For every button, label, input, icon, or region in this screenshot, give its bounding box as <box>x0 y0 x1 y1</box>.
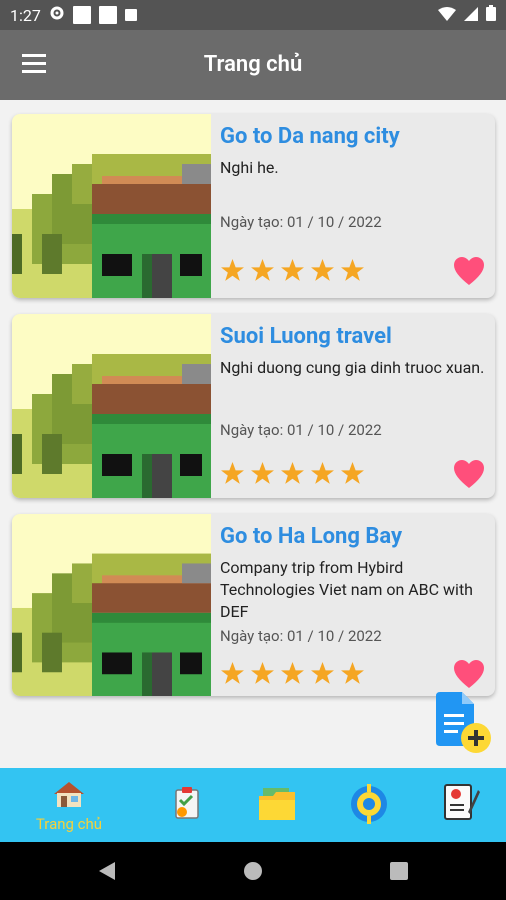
recents-icon[interactable] <box>390 862 408 880</box>
trip-title: Go to Ha Long Bay <box>220 524 403 549</box>
trip-thumbnail <box>12 514 211 696</box>
add-document-icon <box>436 692 491 753</box>
star-icon <box>221 662 244 684</box>
trip-list: Go to Da nang city Nghi he. Ngày tạo: 01… <box>0 100 506 768</box>
star-icon <box>281 462 304 484</box>
battery-icon <box>486 5 496 25</box>
rating-stars <box>220 461 365 486</box>
star-icon <box>251 662 274 684</box>
status-bar: 1:27 <box>0 0 506 30</box>
home-icon <box>54 782 84 807</box>
star-icon <box>251 462 274 484</box>
trip-description: Nghi duong cung gia dinh truoc xuan. <box>220 358 485 377</box>
notification-app-icon <box>124 9 137 21</box>
nav-item-settings[interactable] <box>329 768 409 842</box>
nav-item-plan[interactable] <box>146 768 226 842</box>
system-navigation-bar <box>0 842 506 900</box>
star-icon <box>311 259 334 281</box>
trip-card[interactable]: Suoi Luong travel Nghi duong cung gia di… <box>12 314 495 498</box>
star-icon <box>341 662 364 684</box>
page-title: Trang chủ <box>203 52 303 77</box>
status-time: 1:27 <box>10 5 41 25</box>
star-icon <box>281 662 304 684</box>
star-icon <box>341 462 364 484</box>
nav-item-edit-note[interactable] <box>420 768 500 842</box>
signal-icon <box>464 6 478 25</box>
rating-stars <box>220 258 365 283</box>
trip-thumbnail <box>12 314 211 498</box>
star-icon <box>281 259 304 281</box>
nav-item-folder[interactable] <box>237 768 317 842</box>
plan-icon <box>175 787 199 819</box>
add-trip-button[interactable] <box>434 692 492 754</box>
app-bar: Trang chủ <box>0 30 506 100</box>
star-icon <box>251 259 274 281</box>
star-icon <box>341 259 364 281</box>
trip-date: Ngày tạo: 01 / 10 / 2022 <box>220 627 382 645</box>
nav-item-home[interactable]: Trang chủ <box>29 768 109 842</box>
trip-card[interactable]: Go to Ha Long Bay Company trip from Hybi… <box>12 514 495 696</box>
trip-thumbnail <box>12 114 211 298</box>
wifi-icon <box>438 6 456 25</box>
star-icon <box>221 462 244 484</box>
notification-square-icon <box>98 6 117 24</box>
home-button-icon[interactable] <box>243 861 263 881</box>
edit-note-icon <box>444 784 480 820</box>
trip-description: Nghi he. <box>220 158 279 177</box>
folder-icon <box>259 788 295 820</box>
trip-title: Go to Da nang city <box>220 124 400 149</box>
rating-stars <box>220 661 365 686</box>
settings-icon <box>351 784 387 824</box>
trip-description: Company trip from Hybird Technologies Vi… <box>220 558 473 621</box>
star-icon <box>311 662 334 684</box>
bottom-navigation: Trang chủ <box>0 768 506 842</box>
nav-item-label: Trang chủ <box>35 815 103 833</box>
trip-date: Ngày tạo: 01 / 10 / 2022 <box>220 421 382 439</box>
notification-square-icon <box>72 6 91 24</box>
favorite-heart-icon[interactable] <box>453 256 485 286</box>
trip-card[interactable]: Go to Da nang city Nghi he. Ngày tạo: 01… <box>12 114 495 298</box>
trip-date: Ngày tạo: 01 / 10 / 2022 <box>220 213 382 231</box>
favorite-heart-icon[interactable] <box>453 459 485 489</box>
favorite-heart-icon[interactable] <box>453 659 485 689</box>
star-icon <box>311 462 334 484</box>
settings-status-icon <box>49 5 65 25</box>
back-icon[interactable] <box>97 861 117 881</box>
star-icon <box>221 259 244 281</box>
trip-title: Suoi Luong travel <box>220 324 392 349</box>
